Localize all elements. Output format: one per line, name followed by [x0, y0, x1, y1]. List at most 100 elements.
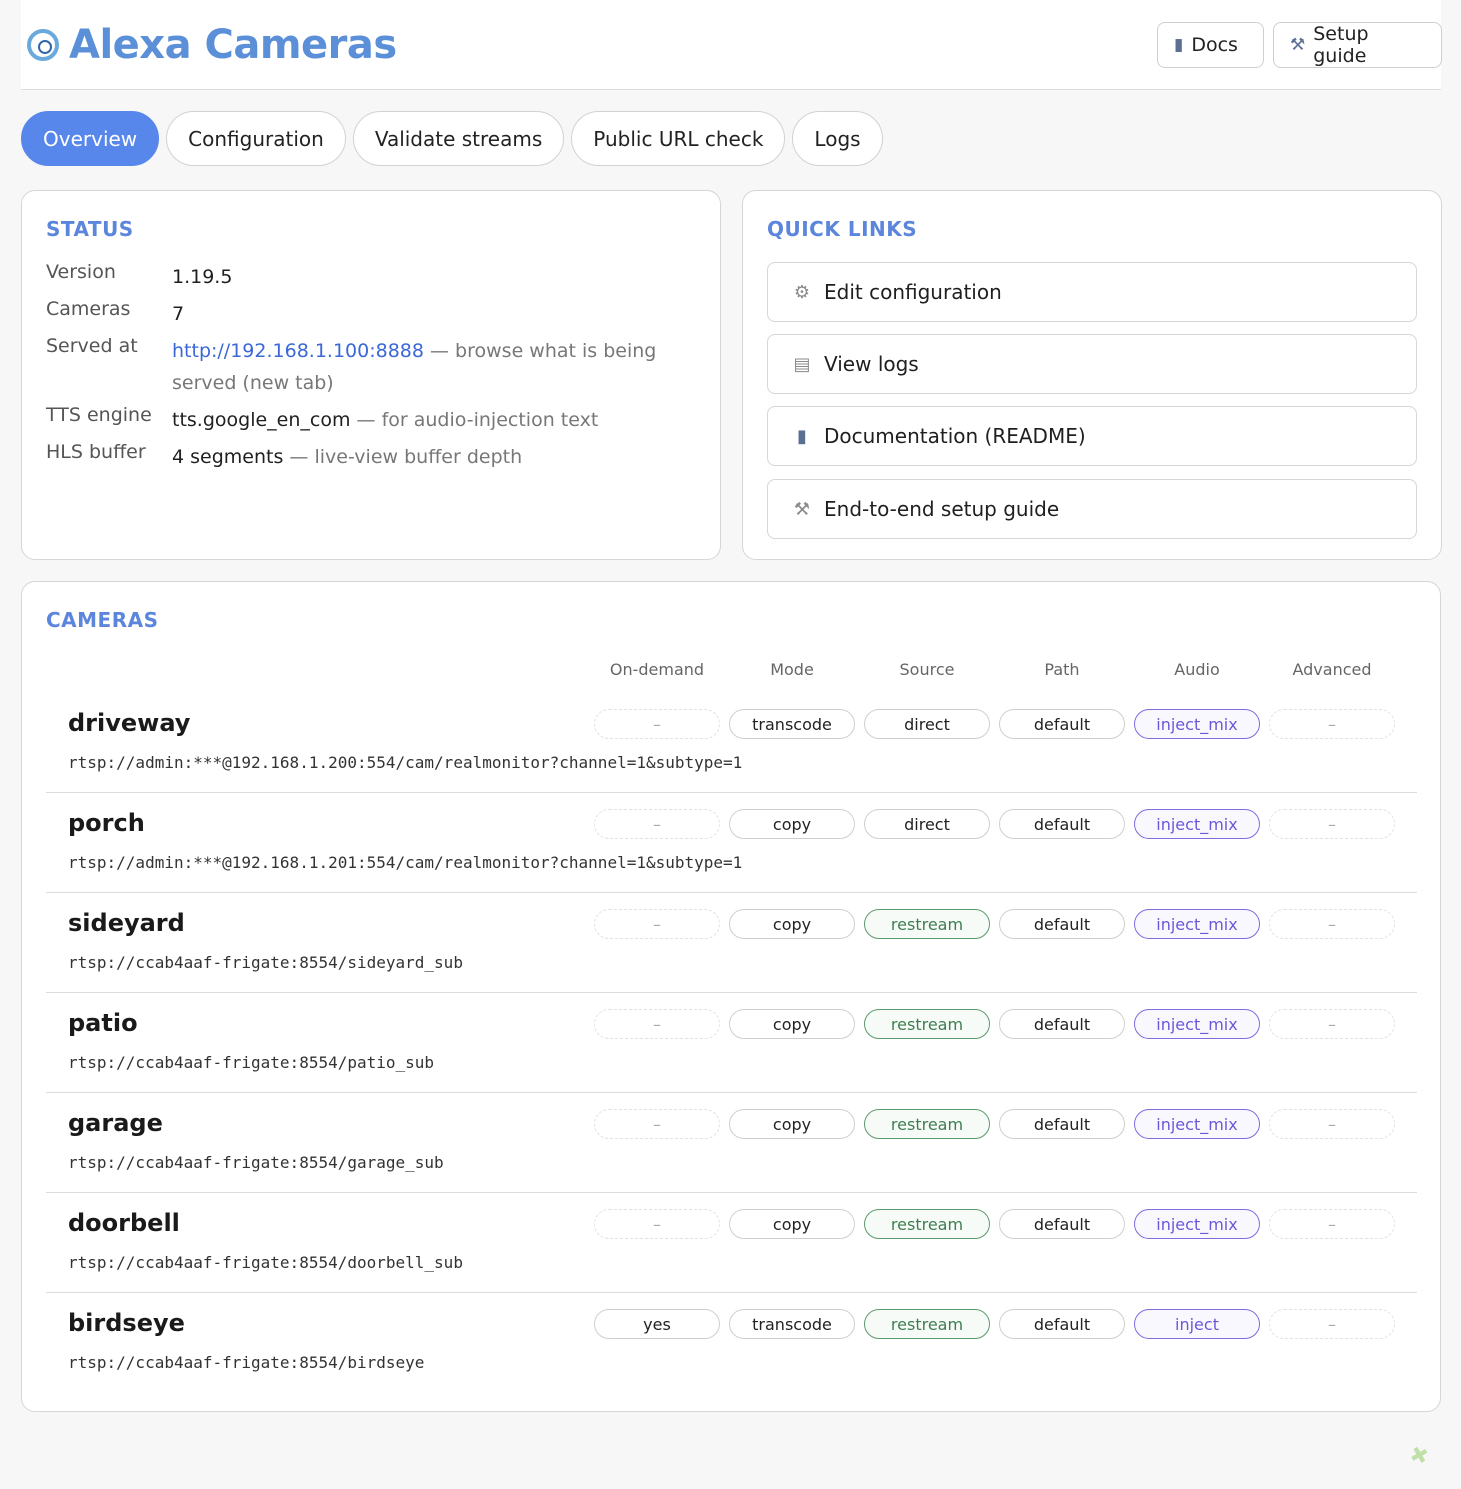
tools-icon: ⚒: [793, 498, 811, 520]
column-header-audio: Audio: [1174, 660, 1220, 679]
docs-button[interactable]: ▮ Docs: [1157, 22, 1264, 68]
mode-badge: copy: [729, 1209, 855, 1239]
mode-badge: copy: [729, 809, 855, 839]
tools-icon: ⚒: [1290, 35, 1306, 55]
advanced-badge: –: [1269, 809, 1395, 839]
camera-lens-icon: [27, 29, 59, 61]
source-badge: restream: [864, 1309, 990, 1339]
mode-badge: transcode: [729, 1309, 855, 1339]
path-badge: default: [999, 1309, 1125, 1339]
camera-name: sideyard: [68, 909, 185, 937]
source-badge: restream: [864, 909, 990, 939]
advanced-badge: –: [1269, 1209, 1395, 1239]
tab-bar: Overview Configuration Validate streams …: [21, 111, 890, 166]
cameras-card: CAMERAS On-demand Mode Source Path Audio Adva…: [21, 581, 1441, 1412]
camera-name: doorbell: [68, 1209, 180, 1237]
served-url-link[interactable]: http://192.168.1.100:8888: [172, 340, 424, 362]
audio-badge: inject_mix: [1134, 1209, 1260, 1239]
book-icon: ▮: [1174, 35, 1184, 55]
quick-links-title: QUICK LINKS: [767, 217, 918, 241]
camera-row-doorbell: doorbell rtsp://ccab4aaf-frigate:8554/doo…: [46, 1193, 1417, 1293]
path-badge: default: [999, 1109, 1125, 1139]
audio-badge: inject_mix: [1134, 909, 1260, 939]
setup-guide-button[interactable]: ⚒ Setup guide: [1273, 22, 1442, 68]
mode-badge: copy: [729, 1009, 855, 1039]
status-cameras-row: Cameras 7: [46, 298, 662, 330]
audio-badge: inject_mix: [1134, 1009, 1260, 1039]
view-logs-link[interactable]: ▤ View logs: [767, 334, 1417, 394]
documentation-link[interactable]: ▮ Documentation (README): [767, 406, 1417, 466]
source-badge: direct: [864, 709, 990, 739]
gear-icon: ⚙: [793, 281, 811, 303]
path-badge: default: [999, 709, 1125, 739]
tab-configuration[interactable]: Configuration: [166, 111, 346, 166]
status-tts-row: TTS engine tts.google_en_com — for audio…: [46, 404, 599, 431]
path-badge: default: [999, 1209, 1125, 1239]
status-hls-row: HLS buffer 4 segments — live-view buffer…: [46, 441, 523, 468]
quick-links-card: QUICK LINKS ⚙ Edit configuration ▤ View …: [742, 190, 1442, 560]
cameras-title: CAMERAS: [46, 608, 159, 632]
camera-name: driveway: [68, 709, 191, 737]
camera-name: porch: [68, 809, 145, 837]
on-demand-badge: –: [594, 909, 720, 939]
source-badge: restream: [864, 1009, 990, 1039]
document-icon: ▤: [793, 353, 811, 375]
path-badge: default: [999, 909, 1125, 939]
camera-row-patio: patio rtsp://ccab4aaf-frigate:8554/patio_…: [46, 993, 1417, 1093]
setup-guide-link[interactable]: ⚒ End-to-end setup guide: [767, 479, 1417, 539]
audio-badge: inject: [1134, 1309, 1260, 1339]
status-served-row: Served at http://192.168.1.100:8888 — br…: [46, 335, 657, 394]
source-badge: direct: [864, 809, 990, 839]
camera-url: rtsp://admin:***@192.168.1.200:554/cam/r…: [68, 753, 743, 772]
column-header-on-demand: On-demand: [609, 660, 705, 679]
app-header: Alexa Cameras ▮ Docs ⚒ Setup guide: [21, 0, 1442, 90]
cameras-count: 7: [172, 303, 185, 325]
source-badge: restream: [864, 1209, 990, 1239]
mode-badge: copy: [729, 909, 855, 939]
camera-row-garage: garage rtsp://ccab4aaf-frigate:8554/garag…: [46, 1093, 1417, 1193]
camera-url: rtsp://ccab4aaf-frigate:8554/patio_sub: [68, 1053, 435, 1072]
camera-name: garage: [68, 1109, 163, 1137]
on-demand-badge: –: [594, 1009, 720, 1039]
camera-row-driveway: driveway rtsp://admin:***@192.168.1.200:5…: [46, 693, 1417, 793]
audio-badge: inject_mix: [1134, 1109, 1260, 1139]
edit-configuration-link[interactable]: ⚙ Edit configuration: [767, 262, 1417, 322]
tab-public-url-check[interactable]: Public URL check: [571, 111, 786, 166]
camera-url: rtsp://admin:***@192.168.1.201:554/cam/r…: [68, 853, 743, 872]
source-badge: restream: [864, 1109, 990, 1139]
on-demand-badge: –: [594, 1209, 720, 1239]
audio-badge: inject_mix: [1134, 809, 1260, 839]
status-version-row: Version 1.19.5: [46, 261, 662, 293]
mode-badge: copy: [729, 1109, 855, 1139]
status-title: STATUS: [46, 217, 134, 241]
camera-row-sideyard: sideyard rtsp://ccab4aaf-frigate:8554/sid…: [46, 893, 1417, 993]
advanced-badge: –: [1269, 1009, 1395, 1039]
book-icon: ▮: [797, 425, 807, 447]
syringe-icon: ✚: [1405, 1440, 1435, 1472]
advanced-badge: –: [1269, 1309, 1395, 1339]
advanced-badge: –: [1269, 709, 1395, 739]
path-badge: default: [999, 1009, 1125, 1039]
camera-row-birdseye: birdseye rtsp://ccab4aaf-frigate:8554/bir…: [46, 1293, 1417, 1393]
tab-logs[interactable]: Logs: [792, 111, 883, 166]
camera-url: rtsp://ccab4aaf-frigate:8554/doorbell_su…: [68, 1253, 463, 1272]
camera-name: birdseye: [68, 1309, 185, 1337]
audio-badge: inject_mix: [1134, 709, 1260, 739]
column-header-path: Path: [1044, 660, 1080, 679]
mode-badge: transcode: [729, 709, 855, 739]
on-demand-badge: –: [594, 709, 720, 739]
column-header-mode: Mode: [770, 660, 814, 679]
brand: Alexa Cameras: [27, 22, 397, 68]
column-header-source: Source: [899, 660, 955, 679]
advanced-badge: –: [1269, 909, 1395, 939]
advanced-badge: –: [1269, 1109, 1395, 1139]
tab-validate-streams[interactable]: Validate streams: [352, 111, 565, 166]
on-demand-badge: yes: [594, 1309, 720, 1339]
on-demand-badge: –: [594, 809, 720, 839]
tab-overview[interactable]: Overview: [21, 111, 160, 166]
camera-url: rtsp://ccab4aaf-frigate:8554/birdseye: [68, 1353, 425, 1372]
version-value: 1.19.5: [172, 266, 233, 288]
camera-name: patio: [68, 1009, 138, 1037]
path-badge: default: [999, 809, 1125, 839]
camera-url: rtsp://ccab4aaf-frigate:8554/sideyard_su…: [68, 953, 463, 972]
